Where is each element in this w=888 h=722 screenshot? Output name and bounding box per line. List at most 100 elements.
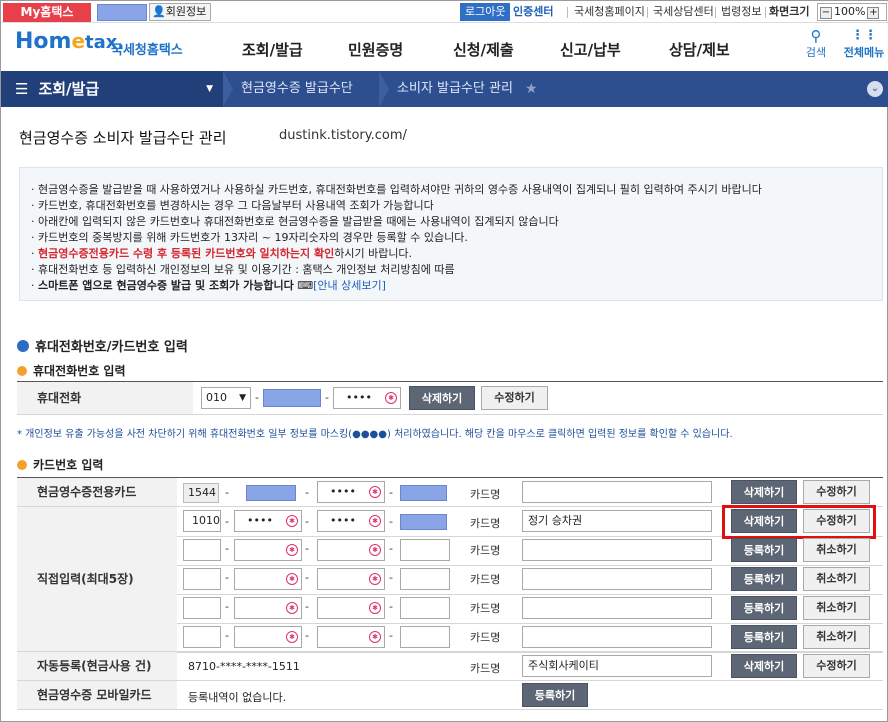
card-third-input[interactable]: ✱ [317, 597, 385, 619]
card-name-input[interactable]: 주식회사케이티 [522, 655, 712, 677]
divider [647, 7, 648, 18]
card-first-input[interactable] [183, 568, 221, 590]
dedicated-card-third[interactable]: •••• ✱ [317, 481, 385, 503]
card-name-input[interactable] [522, 568, 712, 590]
phone-last-field[interactable]: •••• ✱ [333, 387, 401, 409]
hometax-logo[interactable]: Hometax. [15, 29, 124, 54]
breadcrumb-main-menu[interactable]: ☰ 조회/발급 ▼ [1, 71, 223, 107]
law-info-link[interactable]: 법령정보 [721, 3, 761, 21]
dedicated-delete-button[interactable]: 삭제하기 [731, 480, 797, 504]
eye-icon[interactable]: ✱ [369, 486, 381, 498]
card-first-input[interactable]: 1010 [183, 510, 221, 532]
chevron-down-icon[interactable]: ⌄ [867, 81, 883, 97]
card-first-input[interactable] [183, 626, 221, 648]
dash: - [325, 391, 329, 404]
notice-line: · 아래칸에 입력되지 않은 카드번호나 휴대전화번호로 현금영수증을 발급받을… [31, 215, 559, 228]
dash: - [225, 600, 229, 613]
counsel-center-link[interactable]: 국세상담센터 [653, 3, 714, 21]
card-third-input[interactable]: ✱ [317, 568, 385, 590]
eye-icon[interactable]: ✱ [385, 392, 397, 404]
card-fourth-input[interactable] [400, 626, 450, 648]
card-second-input[interactable]: ✱ [234, 626, 302, 648]
mobile-register-button[interactable]: 등록하기 [522, 683, 588, 707]
breadcrumb-item-issue-means[interactable]: 현금영수증 발급수단 [241, 71, 353, 107]
direct-register-button[interactable]: 등록하기 [731, 625, 797, 649]
eye-icon[interactable]: ✱ [286, 544, 298, 556]
dedicated-edit-button[interactable]: 수정하기 [803, 480, 870, 504]
eye-icon[interactable]: ✱ [369, 544, 381, 556]
card-name-input[interactable]: 정기 승차권 [522, 510, 712, 532]
nav-inquiry-issue[interactable]: 조회/발급 [242, 39, 303, 60]
card-first-input[interactable] [183, 539, 221, 561]
grid-icon: ⋮⋮ [851, 28, 877, 43]
phone-middle-masked[interactable] [263, 389, 321, 407]
eye-icon[interactable]: ✱ [369, 573, 381, 585]
card-fourth-input[interactable] [400, 568, 450, 590]
my-hometax-button[interactable]: My홈택스 [3, 3, 91, 22]
eye-icon[interactable]: ✱ [286, 602, 298, 614]
eye-icon[interactable]: ✱ [369, 515, 381, 527]
all-menu-label: 전체메뉴 [843, 46, 885, 59]
card-fourth-input[interactable] [400, 539, 450, 561]
direct-register-button[interactable]: 등록하기 [731, 567, 797, 591]
eye-icon[interactable]: ✱ [286, 515, 298, 527]
breadcrumb-item-consumer-manage[interactable]: 소비자 발급수단 관리 [397, 71, 513, 107]
search-button[interactable]: ⚲ 검색 [801, 28, 831, 60]
nav-civil-certificate[interactable]: 민원증명 [348, 39, 403, 60]
favorite-star-icon[interactable]: ★ [525, 71, 538, 107]
card-name-label: 카드명 [470, 517, 501, 530]
card-fourth-input[interactable] [400, 597, 450, 619]
card-name-input[interactable] [522, 481, 712, 503]
card-name-input[interactable] [522, 626, 712, 648]
watermark-text: dustink.tistory.com/ [279, 128, 407, 143]
logout-button[interactable]: 로그아웃 [460, 3, 511, 21]
zoom-control[interactable]: −100% + [817, 3, 887, 21]
notice-text: 휴대전화번호 등 입력하신 개인정보의 보유 및 이용기간 : 홈택스 개인정보… [38, 263, 455, 276]
card-third-input[interactable]: ✱ [317, 626, 385, 648]
eye-icon[interactable]: ✱ [286, 631, 298, 643]
member-info-button[interactable]: 👤회원정보 [149, 3, 212, 21]
row-border [17, 414, 883, 415]
zoom-out-icon[interactable]: − [820, 7, 832, 19]
user-name-masked [97, 4, 147, 21]
all-menu-button[interactable]: ⋮⋮ 전체메뉴 [841, 28, 887, 60]
direct-register-button[interactable]: 등록하기 [731, 538, 797, 562]
card-third-input[interactable]: •••• ✱ [317, 510, 385, 532]
card-first-input[interactable] [183, 597, 221, 619]
zoom-in-icon[interactable]: + [867, 7, 880, 19]
card-second-input[interactable]: ✱ [234, 539, 302, 561]
direct-cancel-button[interactable]: 취소하기 [803, 596, 870, 620]
nav-apply-submit[interactable]: 신청/제출 [453, 39, 514, 60]
dash: - [305, 571, 309, 584]
cert-center-link[interactable]: 인증센터 [513, 3, 553, 21]
card-second-input[interactable]: ✱ [234, 597, 302, 619]
auto-delete-button[interactable]: 삭제하기 [731, 654, 797, 678]
eye-icon[interactable]: ✱ [286, 573, 298, 585]
card-second-input[interactable]: ✱ [234, 568, 302, 590]
dash: - [225, 486, 229, 499]
direct-register-button[interactable]: 등록하기 [731, 596, 797, 620]
card-name-input[interactable] [522, 539, 712, 561]
mobile-card-empty-text: 등록내역이 없습니다. [188, 691, 287, 704]
eye-icon[interactable]: ✱ [369, 631, 381, 643]
phone-delete-button[interactable]: 삭제하기 [409, 386, 475, 410]
highlight-box [722, 505, 876, 539]
row-border [177, 565, 883, 566]
nav-counsel-report[interactable]: 상담/제보 [669, 39, 730, 60]
direct-cancel-button[interactable]: 취소하기 [803, 625, 870, 649]
direct-cancel-button[interactable]: 취소하기 [803, 567, 870, 591]
card-subheading: 카드번호 입력 [17, 456, 103, 473]
direct-cancel-button[interactable]: 취소하기 [803, 538, 870, 562]
eye-icon[interactable]: ✱ [369, 602, 381, 614]
guide-detail-link[interactable]: [안내 상세보기] [313, 279, 386, 292]
auto-edit-button[interactable]: 수정하기 [803, 654, 870, 678]
card-second-input[interactable]: •••• ✱ [234, 510, 302, 532]
nts-homepage-link[interactable]: 국세청홈페이지 [574, 3, 645, 21]
notice-line: · 카드번호, 휴대전화번호를 변경하시는 경우 그 다음날부터 사용내역 조회… [31, 199, 434, 212]
card-name-input[interactable] [522, 597, 712, 619]
phone-prefix-select[interactable]: 010 ▼ [201, 387, 251, 409]
notice-text: 아래칸에 입력되지 않은 카드번호나 휴대전화번호로 현금영수증을 발급받을 때… [38, 215, 559, 228]
nav-report-pay[interactable]: 신고/납부 [560, 39, 621, 60]
card-third-input[interactable]: ✱ [317, 539, 385, 561]
phone-edit-button[interactable]: 수정하기 [481, 386, 548, 410]
